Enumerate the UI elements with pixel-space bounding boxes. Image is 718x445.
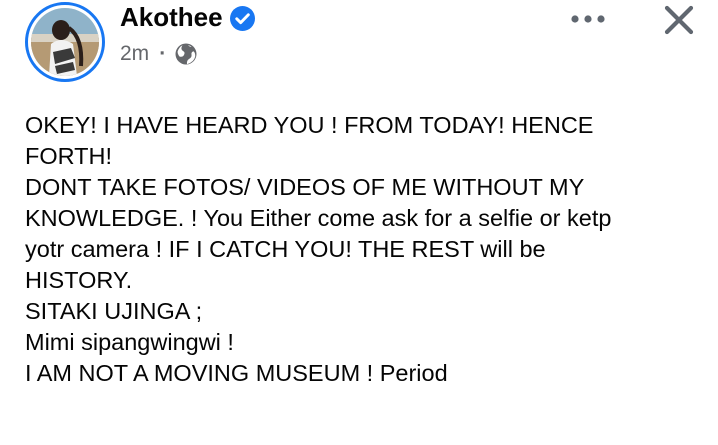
verified-badge-icon [230, 6, 255, 31]
post-text-line: HISTORY. [25, 267, 133, 293]
more-horizontal-icon [571, 15, 605, 23]
post-meta: 2m · [120, 41, 198, 67]
close-button[interactable] [656, 0, 702, 40]
close-icon [664, 5, 694, 35]
globe-icon[interactable] [174, 42, 198, 66]
post-text-line: Mimi sipangwingwi ! [25, 329, 234, 355]
post-text-line: I AM NOT A MOVING MUSEUM ! Period [25, 360, 448, 386]
avatar[interactable] [25, 2, 105, 82]
more-options-button[interactable] [560, 2, 616, 36]
post-text: OKEY! I HAVE HEARD YOU ! FROM TODAY! HEN… [25, 110, 705, 389]
post-text-line: SITAKI UJINGA ; [25, 298, 203, 324]
post-text-line: DONT TAKE FOTOS/ VIDEOS OF ME WITHOUT MY [25, 174, 585, 200]
post-text-line: FORTH! [25, 143, 113, 169]
post-text-line: KNOWLEDGE. ! You Either come ask for a s… [25, 205, 612, 231]
post-text-line: OKEY! I HAVE HEARD YOU ! FROM TODAY! HEN… [25, 112, 594, 138]
timestamp[interactable]: 2m [120, 42, 149, 66]
author-name[interactable]: Akothee [120, 1, 223, 33]
meta-separator: · [159, 42, 167, 65]
post-text-line: yotr camera ! IF I CATCH YOU! THE REST w… [25, 236, 546, 262]
post-header: Akothee 2m · [0, 0, 718, 90]
profile-photo [31, 8, 99, 76]
